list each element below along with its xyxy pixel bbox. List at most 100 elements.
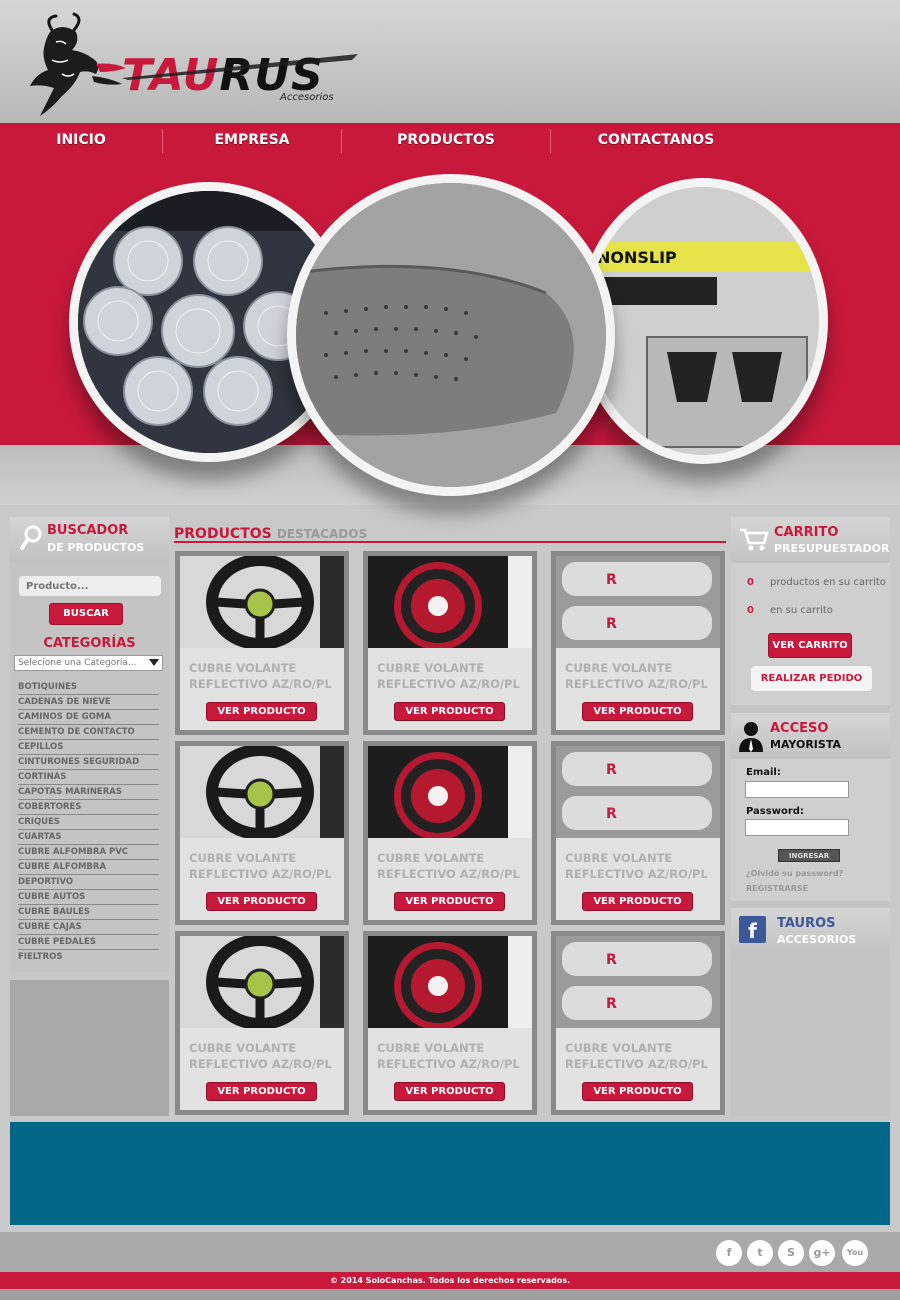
product-name[interactable]: CUBRE VOLANTE REFLECTIVO AZ/RO/PL: [189, 850, 339, 882]
search-subtitle: DE PRODUCTOS: [47, 541, 145, 554]
product-name[interactable]: CUBRE VOLANTE REFLECTIVO AZ/RO/PL: [189, 1040, 339, 1072]
product-card: R R CUBRE VOLANTE REFLECTIVO AZ/RO/PL VE…: [551, 551, 725, 735]
register-link[interactable]: REGISTRARSE: [746, 884, 808, 893]
category-item[interactable]: CINTURONES SEGURIDAD: [18, 755, 159, 770]
password-field[interactable]: [745, 819, 849, 836]
place-order-button[interactable]: REALIZAR PEDIDO: [751, 666, 872, 691]
product-card: CUBRE VOLANTE REFLECTIVO AZ/RO/PL VER PR…: [175, 931, 349, 1115]
category-item[interactable]: CUBRE PEDALES: [18, 935, 159, 950]
forgot-password-link[interactable]: ¿Olvidó su password?: [746, 869, 843, 878]
nav-inicio[interactable]: INICIO: [0, 123, 162, 158]
login-submit-button[interactable]: INGRESAR: [778, 849, 840, 862]
view-product-button[interactable]: VER PRODUCTO: [582, 892, 693, 911]
facebook-title: TAUROS: [777, 916, 836, 931]
products-heading-main: PRODUCTOS: [174, 526, 272, 542]
product-name[interactable]: CUBRE VOLANTE REFLECTIVO AZ/RO/PL: [565, 1040, 715, 1072]
category-item[interactable]: CAMINOS DE GOMA: [18, 710, 159, 725]
product-image-seat-belt-pads[interactable]: R R: [556, 556, 720, 648]
product-card: CUBRE VOLANTE REFLECTIVO AZ/RO/PL VER PR…: [175, 551, 349, 735]
product-card: CUBRE VOLANTE REFLECTIVO AZ/RO/PL VER PR…: [363, 741, 537, 925]
cart-count-value: 0: [747, 577, 754, 588]
steering-wheel-icon: [180, 746, 344, 838]
category-item[interactable]: CEPILLOS: [18, 740, 159, 755]
product-card: CUBRE VOLANTE REFLECTIVO AZ/RO/PL VER PR…: [363, 931, 537, 1115]
view-product-button[interactable]: VER PRODUCTO: [206, 702, 317, 721]
category-item[interactable]: CUBRE BAULES: [18, 905, 159, 920]
view-product-button[interactable]: VER PRODUCTO: [394, 892, 505, 911]
category-item[interactable]: CAPOTAS MARINERAS: [18, 785, 159, 800]
category-item[interactable]: CUBRE AUTOS: [18, 890, 159, 905]
category-select[interactable]: Selecione una Categoría...: [14, 655, 163, 671]
cart-title: CARRITO: [774, 525, 839, 540]
steering-package-icon: [368, 746, 532, 838]
product-name[interactable]: CUBRE VOLANTE REFLECTIVO AZ/RO/PL: [377, 850, 527, 882]
cart-products-count: 0 productos en su carrito: [747, 577, 886, 588]
product-name[interactable]: CUBRE VOLANTE REFLECTIVO AZ/RO/PL: [565, 660, 715, 692]
header: TAURUS Accesorios: [0, 0, 900, 123]
bottom-strip: [0, 1289, 900, 1300]
product-name[interactable]: CUBRE VOLANTE REFLECTIVO AZ/RO/PL: [377, 660, 527, 692]
seat-belt-pads-icon: R R: [556, 746, 720, 838]
category-item[interactable]: CORTINAS: [18, 770, 159, 785]
category-item[interactable]: CUARTAS: [18, 830, 159, 845]
product-image-steering-package[interactable]: [368, 556, 532, 648]
twitter-social-icon[interactable]: t: [747, 1240, 773, 1266]
view-cart-button[interactable]: VER CARRITO: [768, 633, 852, 658]
product-search-input[interactable]: [19, 576, 161, 596]
product-image-steering-package[interactable]: [368, 746, 532, 838]
logo-subtitle: Accesorios: [280, 92, 334, 103]
banner-circle-pedals[interactable]: NONSLIP: [578, 178, 828, 464]
facebook-social-icon[interactable]: f: [716, 1240, 742, 1266]
product-image-steering-cover[interactable]: [180, 556, 344, 648]
product-image-seat-belt-pads[interactable]: R R: [556, 746, 720, 838]
product-card: CUBRE VOLANTE REFLECTIVO AZ/RO/PL VER PR…: [175, 741, 349, 925]
view-product-button[interactable]: VER PRODUCTO: [582, 1082, 693, 1101]
category-item[interactable]: CUBRE CAJAS: [18, 920, 159, 935]
steering-wheel-icon: [180, 556, 344, 648]
category-item[interactable]: FIELTROS: [18, 950, 159, 965]
category-item[interactable]: CUBRE ALFOMBRA PVC: [18, 845, 159, 860]
cart-total-value: 0: [747, 605, 754, 616]
nav-productos[interactable]: PRODUCTOS: [342, 123, 550, 158]
category-item[interactable]: BOTIQUINES: [18, 680, 159, 695]
facebook-header: f TAUROS ACCESORIOS: [731, 908, 890, 954]
category-item[interactable]: DEPORTIVO: [18, 875, 159, 890]
category-item[interactable]: COBERTORES: [18, 800, 159, 815]
logo-swoosh: [122, 54, 358, 80]
view-product-button[interactable]: VER PRODUCTO: [394, 1082, 505, 1101]
googleplus-social-icon[interactable]: g+: [809, 1240, 835, 1266]
main-nav: INICIO EMPRESA PRODUCTOS CONTACTANOS: [0, 123, 900, 158]
search-button[interactable]: BUSCAR: [49, 603, 123, 625]
email-label: Email:: [746, 767, 781, 778]
product-name[interactable]: CUBRE VOLANTE REFLECTIVO AZ/RO/PL: [377, 1040, 527, 1072]
view-product-button[interactable]: VER PRODUCTO: [582, 702, 693, 721]
category-list: BOTIQUINES CADENAS DE NIEVE CAMINOS DE G…: [18, 680, 159, 965]
category-item[interactable]: CADENAS DE NIEVE: [18, 695, 159, 710]
cart-total-text: en su carrito: [770, 605, 833, 616]
view-product-button[interactable]: VER PRODUCTO: [394, 702, 505, 721]
email-field[interactable]: [745, 781, 849, 798]
login-subtitle: MAYORISTA: [770, 738, 841, 751]
category-item[interactable]: CRIQUES: [18, 815, 159, 830]
svg-text:R: R: [606, 572, 617, 588]
cart-box: CARRITO PRESUPUESTADOR 0 productos en su …: [731, 517, 890, 705]
product-image-steering-cover[interactable]: [180, 746, 344, 838]
category-item[interactable]: CEMENTO DE CONTACTO: [18, 725, 159, 740]
product-name[interactable]: CUBRE VOLANTE REFLECTIVO AZ/RO/PL: [565, 850, 715, 882]
product-image-steering-package[interactable]: [368, 936, 532, 1028]
product-image-seat-belt-pads[interactable]: R R: [556, 936, 720, 1028]
skype-social-icon[interactable]: S: [778, 1240, 804, 1266]
nav-empresa[interactable]: EMPRESA: [163, 123, 341, 158]
product-name[interactable]: CUBRE VOLANTE REFLECTIVO AZ/RO/PL: [189, 660, 339, 692]
banner-circle-leather[interactable]: [287, 174, 615, 496]
category-select-value: Selecione una Categoría...: [18, 658, 137, 668]
view-product-button[interactable]: VER PRODUCTO: [206, 892, 317, 911]
category-item[interactable]: CUBRE ALFOMBRA: [18, 860, 159, 875]
search-title: BUSCADOR: [47, 523, 129, 538]
facebook-box[interactable]: f TAUROS ACCESORIOS: [731, 908, 890, 954]
product-image-steering-cover[interactable]: [180, 936, 344, 1028]
nav-contactanos[interactable]: CONTACTANOS: [551, 123, 761, 158]
youtube-social-icon[interactable]: You: [842, 1240, 868, 1266]
taurus-logo[interactable]: TAURUS Accesorios: [22, 12, 362, 120]
view-product-button[interactable]: VER PRODUCTO: [206, 1082, 317, 1101]
